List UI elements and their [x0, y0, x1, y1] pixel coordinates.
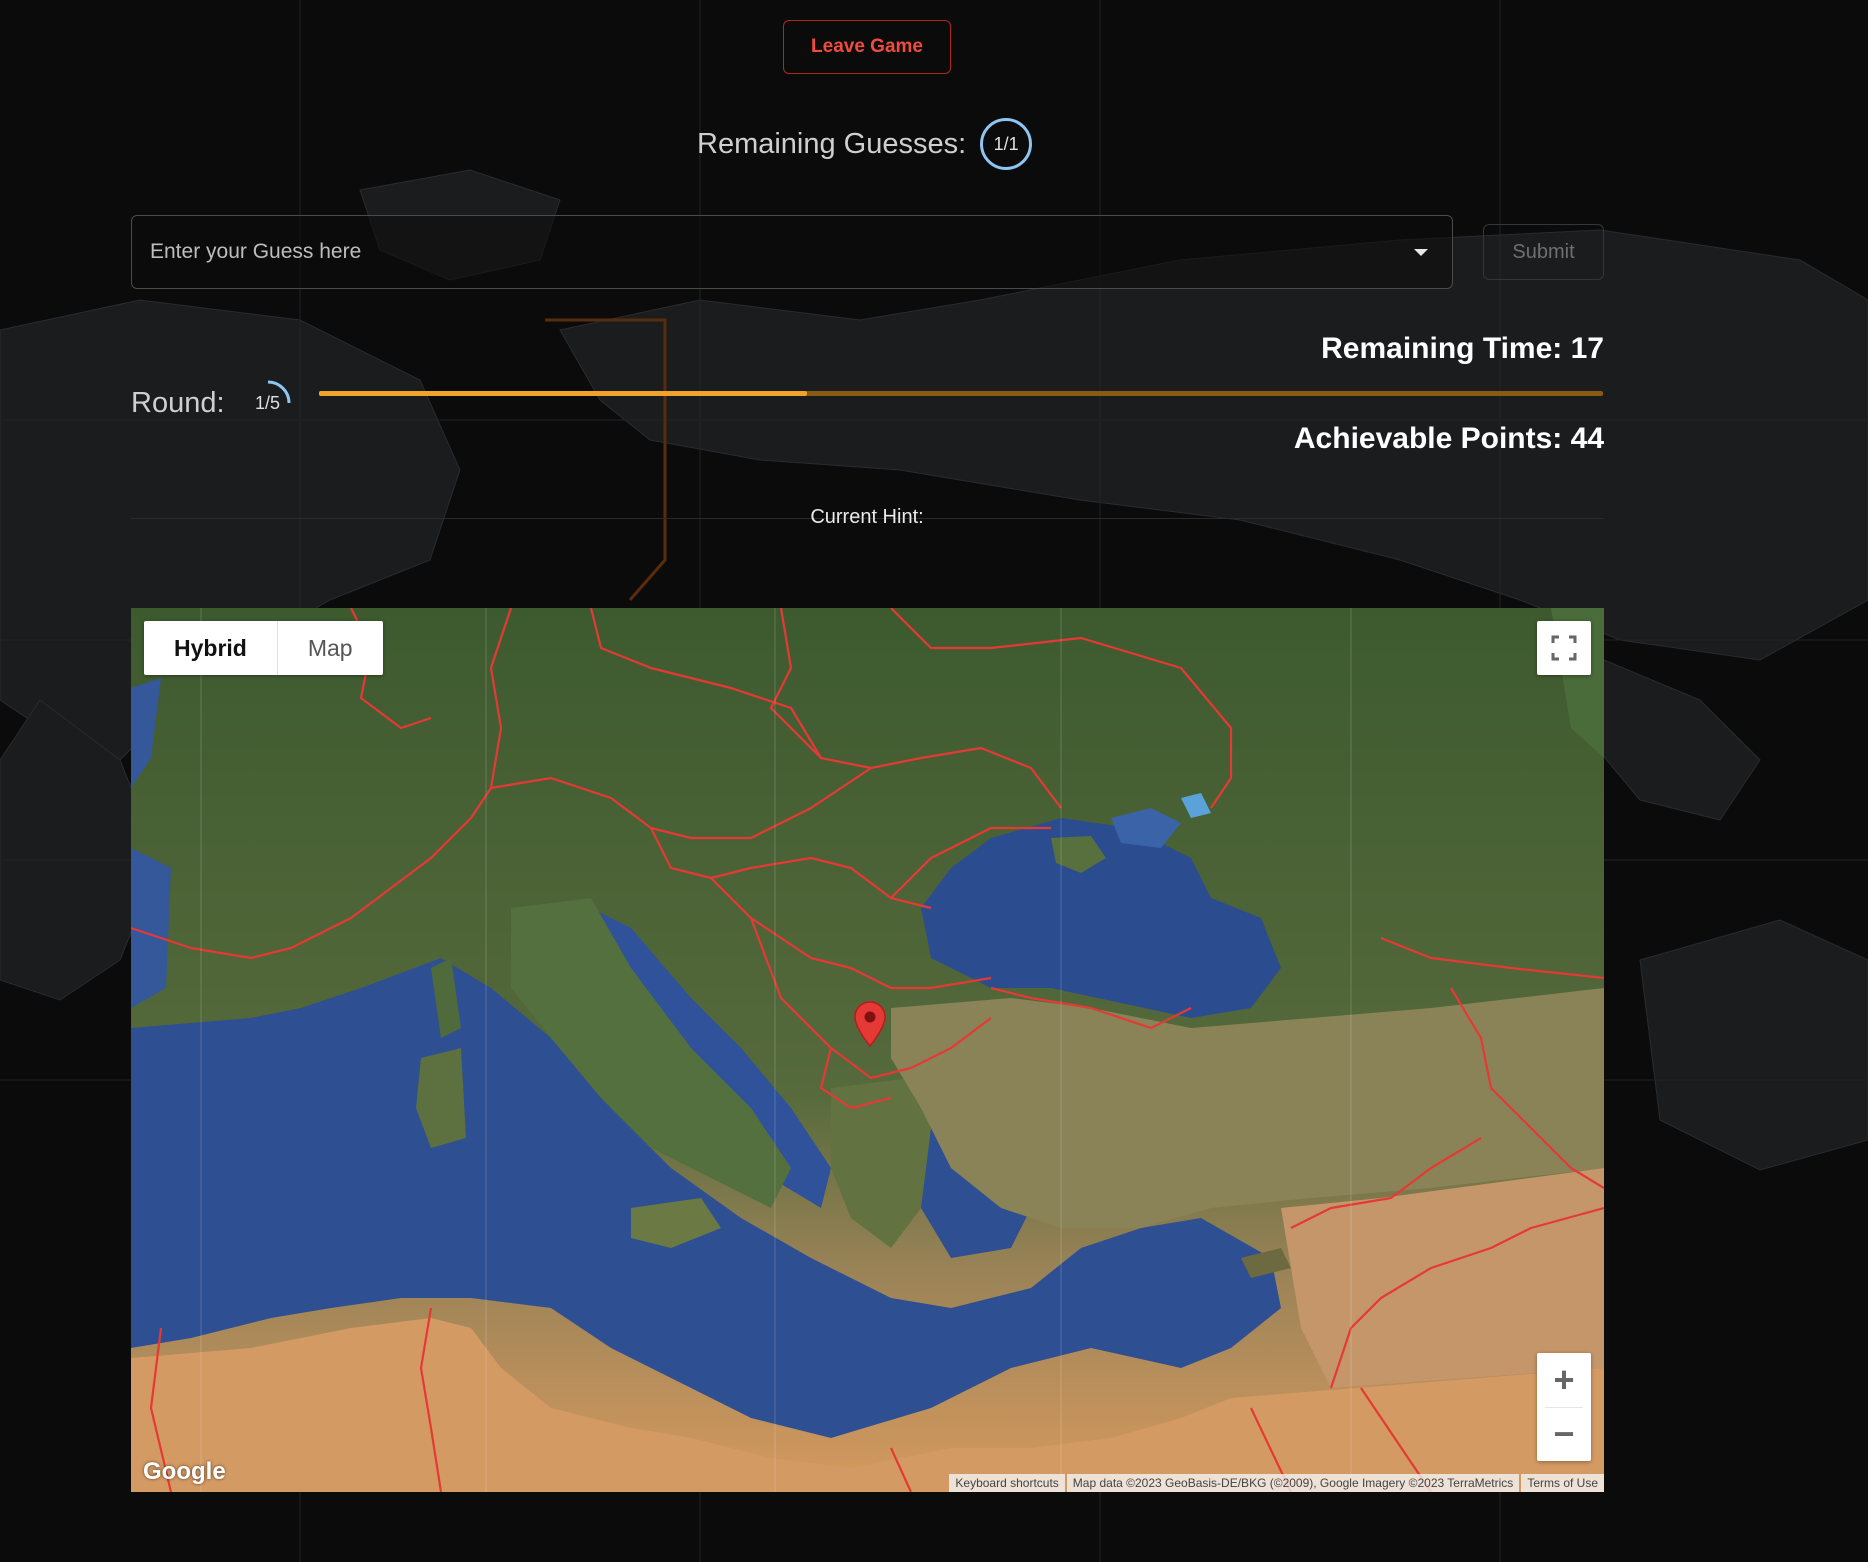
achievable-points: Achievable Points: 44: [1293, 422, 1604, 455]
round-badge: 1/5: [243, 378, 293, 428]
zoom-control: + −: [1537, 1353, 1591, 1461]
remaining-guesses-badge: 1/1: [980, 118, 1033, 170]
guess-placeholder: Enter your Guess here: [150, 240, 362, 263]
keyboard-shortcuts-link[interactable]: Keyboard shortcuts: [949, 1474, 1065, 1492]
remaining-guesses-label: Remaining Guesses:: [697, 127, 967, 160]
location-marker-icon[interactable]: [853, 1000, 887, 1048]
round-label: Round:: [131, 386, 225, 419]
terms-of-use-link[interactable]: Terms of Use: [1521, 1474, 1604, 1492]
remaining-time: Remaining Time: 17: [1321, 332, 1604, 365]
map-type-map-button[interactable]: Map: [278, 621, 383, 675]
map-type-control: Hybrid Map: [144, 621, 383, 675]
zoom-divider: [1545, 1407, 1583, 1408]
chevron-down-icon[interactable]: [1414, 248, 1428, 256]
map-data-attribution: Map data ©2023 GeoBasis-DE/BKG (©2009), …: [1066, 1474, 1520, 1492]
google-logo: Google: [143, 1458, 226, 1485]
submit-button[interactable]: Submit: [1483, 224, 1604, 280]
leave-game-button[interactable]: Leave Game: [783, 20, 951, 74]
current-hint-label: Current Hint:: [810, 506, 924, 528]
map-attribution: Keyboard shortcuts Map data ©2023 GeoBas…: [947, 1474, 1604, 1492]
fullscreen-button[interactable]: [1537, 621, 1591, 675]
map-type-hybrid-button[interactable]: Hybrid: [144, 621, 278, 675]
round-progress-ring-icon: [267, 380, 291, 404]
zoom-in-button[interactable]: +: [1537, 1353, 1591, 1407]
remaining-guesses: Remaining Guesses: 1/1: [697, 118, 1033, 170]
round-indicator: Round: 1/5: [131, 378, 293, 428]
fullscreen-icon: [1551, 635, 1577, 661]
zoom-out-button[interactable]: −: [1537, 1407, 1591, 1461]
guess-select-input[interactable]: Enter your Guess here: [131, 215, 1453, 289]
satellite-map-image: [131, 608, 1604, 1492]
map-view[interactable]: Hybrid Map + − Google Keyboard shortcuts…: [131, 608, 1604, 1492]
time-progress-fill: [319, 391, 807, 396]
